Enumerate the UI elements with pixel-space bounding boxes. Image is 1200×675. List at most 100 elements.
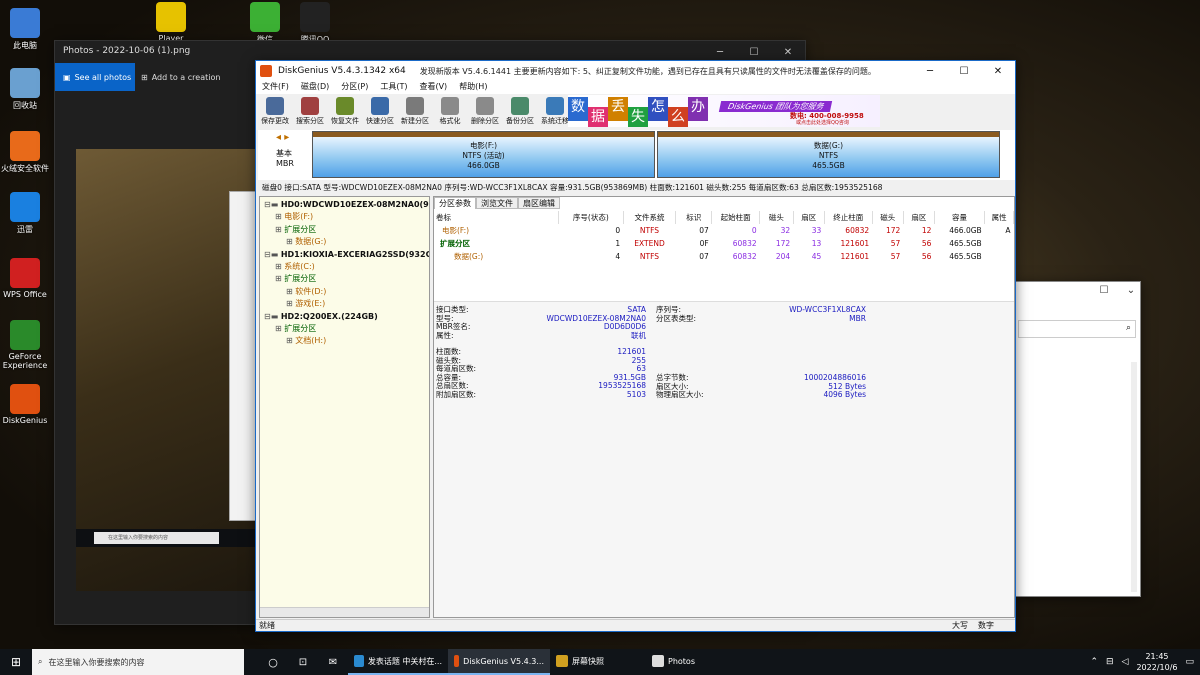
column-header[interactable]: 标识 [675,211,713,224]
menu-item[interactable]: 磁盘(D) [301,81,329,94]
tree-node[interactable]: ⊟▬ HD1:KIOXIA-EXCERIAG2SSD(932GB) [260,249,429,261]
desktop-icon[interactable]: 火绒安全软件 [0,131,50,174]
toolbar-button[interactable]: 新建分区 [398,97,432,126]
table-row[interactable]: 数据(G:) 4 NTFS 07 60832 204 45 121601 57 56 465.5GB [434,250,1014,263]
column-header[interactable]: 扇区 [793,211,825,224]
tree-node[interactable]: ⊞ 软件(D:) [260,286,429,298]
tree-node[interactable]: ⊞ 电影(F:) [260,211,429,223]
tree-node[interactable]: ⊞ 数据(G:) [260,236,429,248]
column-header[interactable]: 终止柱面 [824,211,873,224]
diskgenius-window[interactable]: DiskGenius V5.4.3.1342 x64 发现新版本 V5.4.6.… [255,60,1016,632]
menu-item[interactable]: 工具(T) [380,81,407,94]
tree-node[interactable]: ⊞ 游戏(E:) [260,298,429,310]
column-header[interactable]: 序号(状态) [558,211,624,224]
partition-block[interactable]: 电影(F:) NTFS (活动) 466.0GB [312,131,655,178]
taskbar-app[interactable]: 屏幕快照 [550,649,646,675]
column-header[interactable]: 卷标 [434,211,560,224]
desktop-icon[interactable]: 迅雷 [0,192,50,235]
dg-titlebar[interactable]: DiskGenius V5.4.3.1342 x64 发现新版本 V5.4.6.… [256,61,1015,81]
tree-node[interactable]: ⊟▬ HD2:Q200EX.(224GB) [260,311,429,323]
column-header[interactable]: 磁头 [872,211,904,224]
menu-item[interactable]: 分区(P) [341,81,368,94]
desktop-icon[interactable]: WPS Office [0,258,50,299]
clock[interactable]: 21:45 2022/10/6 [1136,651,1177,673]
table-cell: 13 [811,239,822,248]
tree-label: 数据(G:) [295,237,327,247]
tree-node[interactable]: ⊞ 扩展分区 [260,323,429,335]
see-all-photos-button[interactable]: ▣ See all photos [55,63,135,91]
geometry-left: 柱面数: 121601 磁头数: 255 每道扇区数: 63 总容量: 931.5GB 总扇区数… [436,347,646,400]
column-header[interactable]: 容量 [934,211,986,224]
photos-titlebar[interactable]: Photos - 2022-10-06 (1).png [55,41,805,61]
dg-ad-banner[interactable]: 数据丢失怎么办 DiskGenius 团队为您服务 数电: 400-008-99… [568,95,880,127]
notification-icon[interactable]: ▭ [1185,657,1194,667]
add-to-creation-button[interactable]: ⊞ Add to a creation [141,63,220,91]
explorer-scrollbar[interactable] [1131,362,1137,592]
tree-hscrollbar[interactable] [260,607,429,617]
menu-item[interactable]: 查看(V) [419,81,447,94]
toolbar-button[interactable]: 删除分区 [468,97,502,126]
toolbar-button[interactable]: 格式化 [433,97,467,126]
column-header[interactable]: 磁头 [759,211,794,224]
tree-node[interactable]: ⊞ 系统(C:) [260,261,429,273]
minimize-icon[interactable]: ─ [913,61,947,81]
expand-icon: ⊞ [275,212,285,222]
explorer-window[interactable]: ☐ ⌄ ⌕ [1015,281,1141,597]
maximize-icon[interactable]: ☐ [947,61,981,81]
tab[interactable]: 扇区编辑 [518,197,560,209]
desktop-icon[interactable]: 微信 [240,2,290,45]
dg-update-notice[interactable]: 发现新版本 V5.4.6.1441 主要更新内容如下: 5、纠正复制文件功能，遇… [420,66,876,77]
table-cell: 57 [890,252,901,261]
tab[interactable]: 浏览文件 [476,197,518,209]
toolbar-button[interactable]: 备份分区 [503,97,537,126]
desktop-icon[interactable]: 此电脑 [0,8,50,51]
tray-chevron-icon[interactable]: ⌃ [1090,657,1098,667]
tree-node[interactable]: ⊞ 扩展分区 [260,224,429,236]
tab[interactable]: 分区参数 [434,197,476,209]
tree-node[interactable]: ⊞ 扩展分区 [260,273,429,285]
mail-icon[interactable]: ✉ [318,657,348,668]
chevron-down-icon[interactable]: ⌄ [1122,282,1140,298]
column-header[interactable]: 扇区 [903,211,935,224]
menu-item[interactable]: 帮助(H) [459,81,487,94]
toolbar-button[interactable]: 保存更改 [258,97,292,126]
partition-fs: NTFS (活动) [462,151,505,160]
toolbar-icon [266,97,284,115]
taskbar-app[interactable]: Photos [646,649,736,675]
toolbar-button[interactable]: 恢复文件 [328,97,362,126]
tree-node[interactable]: ⊟▬ HD0:WDCWD10EZEX-08M2NA0(932G [260,199,429,211]
table-row[interactable]: 电影(F:) 0 NTFS 07 0 32 33 60832 172 12 466.0GB A [434,224,1014,237]
volume-icon[interactable]: ◁ [1122,657,1129,667]
desktop-icon[interactable]: GeForce Experience [0,320,50,370]
toolbar-button[interactable]: 搜索分区 [293,97,327,126]
desktop-icon[interactable]: 回收站 [0,68,50,111]
desktop-icon[interactable]: Player [146,2,196,43]
column-header[interactable]: 起始柱面 [711,211,761,224]
desktop-icon[interactable]: 腾讯QQ [290,2,340,45]
explorer-search-box[interactable]: ⌕ [1018,320,1136,338]
disk-nav-arrows[interactable]: ◂ ▸ [276,132,289,143]
close-icon[interactable]: ✕ [981,61,1015,81]
toolbar-button[interactable]: 系统迁移 [538,97,572,126]
taskbar-app[interactable]: 发表话题 中关村在... [348,649,448,675]
menu-item[interactable]: 文件(F) [262,81,289,94]
partition-block[interactable]: 数据(G:) NTFS 465.5GB [657,131,1000,178]
clock-time: 21:45 [1145,652,1169,661]
tree-label: 扩展分区 [284,274,317,284]
column-header[interactable]: 属性 [984,211,1014,224]
toolbar-button[interactable]: 快速分区 [363,97,397,126]
task-view-icon[interactable]: ○ [258,656,288,669]
start-button[interactable]: ⊞ [0,649,32,675]
taskbar-app[interactable]: DiskGenius V5.4.3... [448,649,550,675]
tree-node[interactable]: ⊞ 文档(H:) [260,335,429,347]
panel-tabs: 分区参数 浏览文件 扇区编辑 [434,197,560,209]
partition-table: 卷标 序号(状态) 文件系统 标识 起始柱面 磁头 扇区 终止柱面 磁头 扇区 容量 属性 电影(F:)… [434,211,1014,263]
widgets-icon[interactable]: ⊡ [288,657,318,668]
desktop-icon[interactable]: DiskGenius [0,384,50,425]
taskbar-search-box[interactable]: ⌕ 在这里输入你要搜索的内容 [32,649,244,675]
table-row[interactable]: 扩展分区 1 EXTEND 0F 60832 172 13 121601 57 56 465.5GB [434,237,1014,250]
column-header[interactable]: 文件系统 [623,211,677,224]
detail-row: 柱面数: 121601 [436,347,646,357]
maximize-icon[interactable]: ☐ [1086,282,1122,298]
network-icon[interactable]: ⊟ [1106,657,1114,667]
